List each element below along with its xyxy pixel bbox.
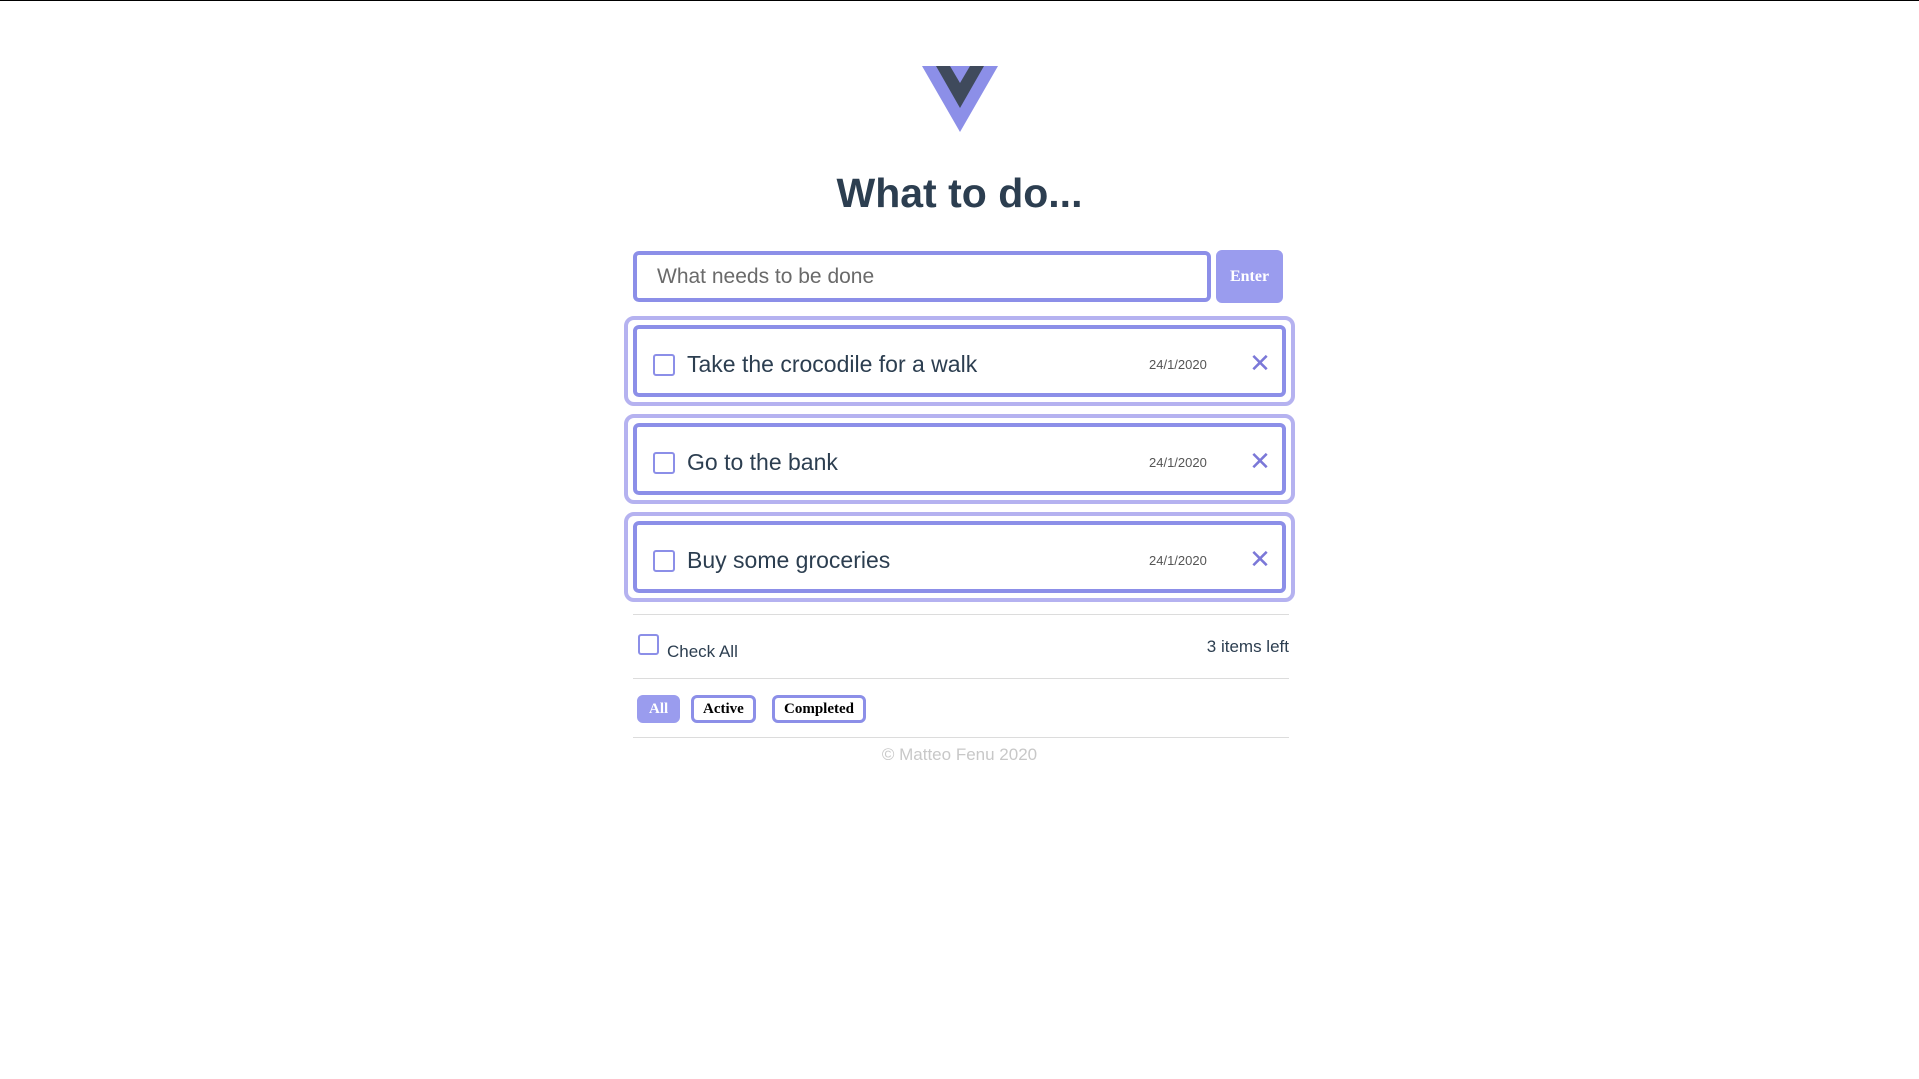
check-all-checkbox[interactable] [638, 634, 659, 655]
todo-date: 24/1/2020 [1149, 357, 1207, 372]
divider [633, 678, 1289, 679]
filter-all-button[interactable]: All [637, 695, 681, 723]
filter-completed-button[interactable]: Completed [772, 695, 866, 723]
items-left-counter: 3 items left [1103, 637, 1289, 657]
todo-card: Take the crocodile for a walk 24/1/2020 … [633, 325, 1286, 397]
items-left-count: 3 [1206, 637, 1217, 656]
vue-logo-icon [922, 66, 998, 132]
todo-card: Go to the bank 24/1/2020 ✕ [633, 423, 1286, 495]
divider [633, 614, 1289, 615]
page-title: What to do... [836, 170, 1083, 216]
window-top-border [0, 0, 1919, 1]
todo-checkbox[interactable] [653, 354, 675, 376]
todo-date: 24/1/2020 [1149, 553, 1207, 568]
items-left-text: items left [1220, 637, 1289, 656]
enter-button[interactable]: Enter [1216, 250, 1283, 303]
close-icon[interactable]: ✕ [1249, 449, 1271, 475]
todo-date: 24/1/2020 [1149, 455, 1207, 470]
check-all-label: Check All [667, 642, 738, 661]
todo-text[interactable]: Take the crocodile for a walk [687, 351, 977, 378]
todo-checkbox[interactable] [653, 452, 675, 474]
divider [633, 737, 1289, 738]
todo-text[interactable]: Buy some groceries [687, 547, 890, 574]
todo-checkbox[interactable] [653, 550, 675, 572]
todo-item: Buy some groceries 24/1/2020 ✕ [624, 512, 1295, 602]
todo-card: Buy some groceries 24/1/2020 ✕ [633, 521, 1286, 593]
close-icon[interactable]: ✕ [1249, 547, 1271, 573]
filter-active-button[interactable]: Active [691, 695, 756, 723]
copyright-footer: © Matteo Fenu 2020 [881, 745, 1038, 764]
todo-text[interactable]: Go to the bank [687, 449, 838, 476]
new-todo-input[interactable] [633, 251, 1211, 302]
close-icon[interactable]: ✕ [1249, 351, 1271, 377]
todo-item: Go to the bank 24/1/2020 ✕ [624, 414, 1295, 504]
todo-item: Take the crocodile for a walk 24/1/2020 … [624, 316, 1295, 406]
